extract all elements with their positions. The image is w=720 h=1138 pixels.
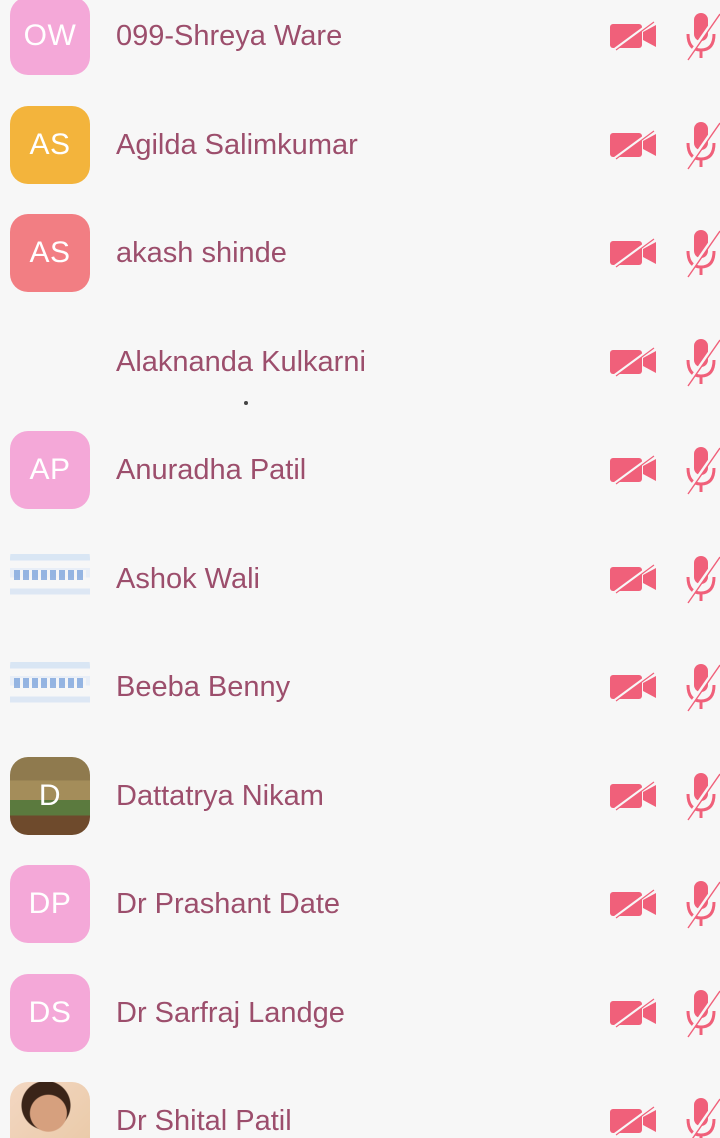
participant-row[interactable]: DP Dr Prashant Date xyxy=(0,850,720,958)
participant-name: Dr Sarfraj Landge xyxy=(116,997,345,1029)
participant-row[interactable]: Ashok Wali xyxy=(0,525,720,633)
mic-off-icon[interactable] xyxy=(680,227,720,279)
participant-row[interactable]: D Dattatrya Nikam xyxy=(0,742,720,850)
mic-off-icon[interactable] xyxy=(680,770,720,822)
avatar xyxy=(10,323,90,401)
mic-off-icon[interactable] xyxy=(680,119,720,171)
participant-name: Anuradha Patil xyxy=(116,454,307,486)
mic-off-icon[interactable] xyxy=(680,10,720,62)
camera-off-icon[interactable] xyxy=(608,671,658,703)
avatar: AP xyxy=(10,431,90,509)
camera-off-icon[interactable] xyxy=(608,454,658,486)
participant-name: Agilda Salimkumar xyxy=(116,129,358,161)
avatar xyxy=(10,1082,90,1138)
participant-row[interactable]: AS Agilda Salimkumar xyxy=(0,91,720,199)
camera-off-icon[interactable] xyxy=(608,1105,658,1137)
camera-off-icon[interactable] xyxy=(608,888,658,920)
participant-row[interactable]: Beeba Benny xyxy=(0,633,720,741)
participant-name: Dr Shital Patil xyxy=(116,1105,292,1137)
mic-off-icon[interactable] xyxy=(680,661,720,713)
mic-off-icon[interactable] xyxy=(680,553,720,605)
avatar: DS xyxy=(10,974,90,1052)
avatar: AS xyxy=(10,106,90,184)
participant-name: Ashok Wali xyxy=(116,563,260,595)
camera-off-icon[interactable] xyxy=(608,129,658,161)
participant-name: Beeba Benny xyxy=(116,671,291,703)
camera-off-icon[interactable] xyxy=(608,346,658,378)
avatar xyxy=(10,540,90,618)
camera-off-icon[interactable] xyxy=(608,997,658,1029)
participant-row[interactable]: Dr Shital Patil xyxy=(0,1067,720,1138)
mic-off-icon[interactable] xyxy=(680,1095,720,1138)
participant-name: Dattatrya Nikam xyxy=(116,780,324,812)
mic-off-icon[interactable] xyxy=(680,987,720,1039)
avatar xyxy=(10,648,90,726)
participant-row[interactable]: OW 099-Shreya Ware xyxy=(0,0,720,90)
avatar: AS xyxy=(10,214,90,292)
mic-off-icon[interactable] xyxy=(680,878,720,930)
avatar: OW xyxy=(10,0,90,75)
camera-off-icon[interactable] xyxy=(608,237,658,269)
participant-row[interactable]: DS Dr Sarfraj Landge xyxy=(0,959,720,1067)
participant-row[interactable]: AS akash shinde xyxy=(0,199,720,307)
mic-off-icon[interactable] xyxy=(680,444,720,496)
participant-row[interactable]: Alaknanda Kulkarni xyxy=(0,308,720,416)
participant-list: OW 099-Shreya Ware AS Agilda Salimkumar AS ak… xyxy=(0,0,720,1138)
participant-name: Alaknanda Kulkarni xyxy=(116,346,366,378)
participant-row[interactable]: AP Anuradha Patil xyxy=(0,416,720,524)
mic-off-icon[interactable] xyxy=(680,336,720,388)
camera-off-icon[interactable] xyxy=(608,20,658,52)
avatar: D xyxy=(10,757,90,835)
camera-off-icon[interactable] xyxy=(608,563,658,595)
participant-name: akash shinde xyxy=(116,237,287,269)
camera-off-icon[interactable] xyxy=(608,780,658,812)
participant-name: Dr Prashant Date xyxy=(116,888,341,920)
avatar: DP xyxy=(10,865,90,943)
participant-name: 099-Shreya Ware xyxy=(116,20,343,52)
